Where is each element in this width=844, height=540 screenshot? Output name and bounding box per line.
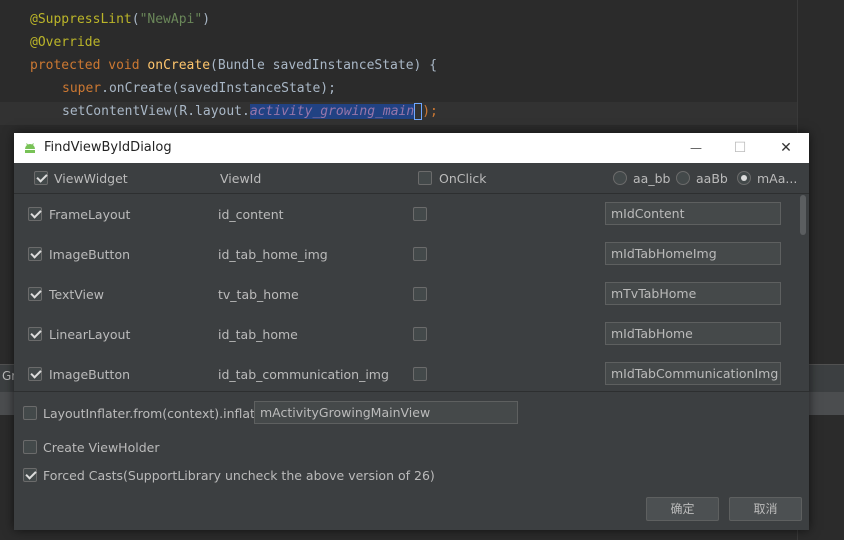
title-bar[interactable]: FindViewByIdDialog — ☐ ✕ xyxy=(14,133,809,163)
ok-button[interactable]: 确定 xyxy=(646,497,719,521)
paren-token: ( xyxy=(131,12,140,27)
field-name-input[interactable]: mIdContent xyxy=(605,202,781,225)
cancel-button[interactable]: 取消 xyxy=(729,497,802,521)
view-id: tv_tab_home xyxy=(218,287,299,302)
inflater-variable-input[interactable]: mActivityGrowingMainView xyxy=(254,401,518,424)
naming-label-maa: mAa... xyxy=(757,171,798,186)
naming-radio-maa[interactable] xyxy=(737,171,751,185)
widget-type: ImageButton xyxy=(49,247,131,262)
onclick-all-checkbox[interactable] xyxy=(418,171,432,185)
code-line-1[interactable]: @SuppressLint("NewApi") xyxy=(30,10,210,30)
onclick-header: OnClick xyxy=(439,171,487,186)
naming-radio-aabb[interactable] xyxy=(676,171,690,185)
table-row: ImageButton id_tab_home_img mIdTabHomeIm… xyxy=(14,235,796,275)
table-row: TextView tv_tab_home mTvTabHome xyxy=(14,275,796,315)
view-id: id_tab_home xyxy=(218,327,298,342)
method-name-token: onCreate xyxy=(147,58,211,73)
layout-inflater-checkbox[interactable] xyxy=(23,406,37,420)
code-token: setContentView(R.layout. xyxy=(62,104,250,119)
forced-casts-checkbox[interactable] xyxy=(23,468,37,482)
list-scrollbar[interactable] xyxy=(798,195,809,391)
view-list[interactable]: FrameLayout id_content mIdContent ImageB… xyxy=(14,195,809,391)
scrollbar-thumb[interactable] xyxy=(800,195,806,235)
layout-inflater-label: LayoutInflater.from(context).inflater xyxy=(43,406,268,421)
naming-label-aa-bb: aa_bb xyxy=(633,171,671,186)
keyword-token: protected xyxy=(30,58,101,73)
keyword-token: void xyxy=(108,58,140,73)
code-line-5[interactable]: setContentView(R.layout.activity_growing… xyxy=(62,102,438,122)
string-token: "NewApi" xyxy=(139,12,203,27)
table-row: LinearLayout id_tab_home mIdTabHome xyxy=(14,315,796,355)
code-line-2[interactable]: @Override xyxy=(30,33,100,53)
naming-label-aabb: aaBb xyxy=(696,171,728,186)
row-onclick-checkbox[interactable] xyxy=(413,367,427,381)
field-name-input[interactable]: mIdTabCommunicationImg xyxy=(605,362,781,385)
code-token: ); xyxy=(422,104,438,119)
close-button[interactable]: ✕ xyxy=(766,133,806,163)
code-token: (Bundle savedInstanceState) { xyxy=(210,58,438,73)
row-select-checkbox[interactable] xyxy=(28,287,42,301)
selected-text[interactable]: activity_growing_main xyxy=(249,104,415,119)
widget-type: ImageButton xyxy=(49,367,131,382)
table-row: FrameLayout id_content mIdContent xyxy=(14,195,796,235)
row-onclick-checkbox[interactable] xyxy=(413,247,427,261)
annotation-token: @Override xyxy=(30,35,101,50)
paren-token: ) xyxy=(202,12,211,27)
keyword-token: super xyxy=(62,81,102,96)
naming-radio-aa-bb[interactable] xyxy=(613,171,627,185)
code-line-4[interactable]: super.onCreate(savedInstanceState); xyxy=(62,79,336,99)
create-viewholder-label: Create ViewHolder xyxy=(43,440,160,455)
view-id: id_tab_home_img xyxy=(218,247,328,262)
dialog-title: FindViewByIdDialog xyxy=(44,140,172,155)
table-row: ImageButton id_tab_communication_img mId… xyxy=(14,355,796,391)
view-widget-header: ViewWidget xyxy=(54,171,128,186)
widget-type: LinearLayout xyxy=(49,327,131,342)
row-select-checkbox[interactable] xyxy=(28,327,42,341)
row-select-checkbox[interactable] xyxy=(28,247,42,261)
android-icon xyxy=(25,143,35,153)
annotation-token: @SuppressLint xyxy=(30,12,132,27)
row-select-checkbox[interactable] xyxy=(28,207,42,221)
field-name-input[interactable]: mTvTabHome xyxy=(605,282,781,305)
code-line-3[interactable]: protected void onCreate(Bundle savedInst… xyxy=(30,56,437,76)
select-all-checkbox[interactable] xyxy=(34,171,48,185)
section-divider xyxy=(14,391,809,392)
field-name-input[interactable]: mIdTabHome xyxy=(605,322,781,345)
row-select-checkbox[interactable] xyxy=(28,367,42,381)
row-onclick-checkbox[interactable] xyxy=(413,327,427,341)
find-view-by-id-dialog: FindViewByIdDialog — ☐ ✕ ViewWidget View… xyxy=(14,133,809,530)
view-id-header: ViewId xyxy=(220,171,262,186)
row-onclick-checkbox[interactable] xyxy=(413,287,427,301)
table-header: ViewWidget ViewId OnClick aa_bb aaBb mAa… xyxy=(14,163,809,194)
view-id: id_tab_communication_img xyxy=(218,367,389,382)
minimize-button[interactable]: — xyxy=(676,133,716,163)
row-onclick-checkbox[interactable] xyxy=(413,207,427,221)
widget-type: FrameLayout xyxy=(49,207,131,222)
field-name-input[interactable]: mIdTabHomeImg xyxy=(605,242,781,265)
maximize-button[interactable]: ☐ xyxy=(720,133,760,163)
code-token: .onCreate(savedInstanceState); xyxy=(101,81,336,96)
create-viewholder-checkbox[interactable] xyxy=(23,440,37,454)
forced-casts-label: Forced Casts(SupportLibrary uncheck the … xyxy=(43,468,435,483)
view-id: id_content xyxy=(218,207,284,222)
widget-type: TextView xyxy=(49,287,104,302)
